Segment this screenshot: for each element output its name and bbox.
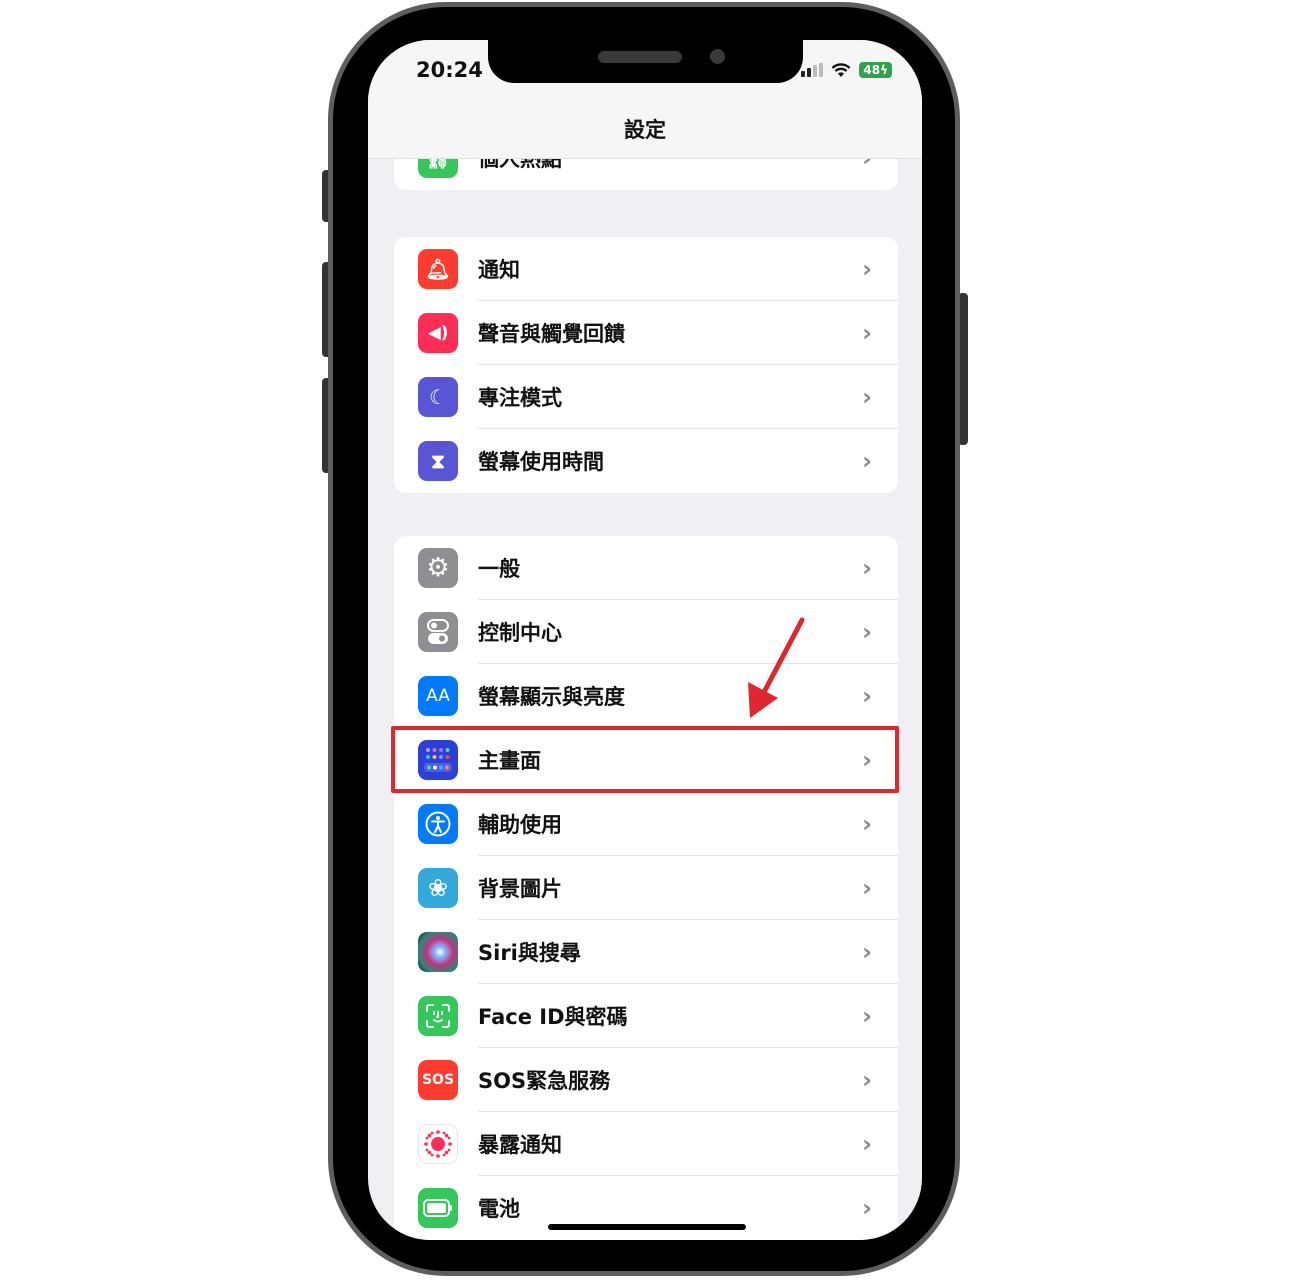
settings-row-face-id[interactable]: Face ID與密碼 ›: [394, 984, 898, 1048]
row-label: 暴露通知: [478, 1133, 562, 1157]
battery-indicator: 48ϟ: [859, 62, 892, 78]
accessibility-icon: [418, 804, 458, 844]
speaker-grille: [598, 51, 682, 63]
chevron-right-icon: ›: [862, 383, 872, 411]
settings-row-emergency-sos[interactable]: SOS SOS緊急服務 ›: [394, 1048, 898, 1112]
row-label: SOS緊急服務: [478, 1069, 611, 1093]
row-label: 輔助使用: [478, 813, 562, 837]
gear-icon: ⚙: [418, 548, 458, 588]
row-label: 螢幕顯示與亮度: [478, 685, 625, 709]
settings-row-focus[interactable]: ☾ 專注模式 ›: [394, 365, 898, 429]
settings-row-exposure-notifications[interactable]: 暴露通知 ›: [394, 1112, 898, 1176]
chevron-right-icon: ›: [862, 682, 872, 710]
row-label: 專注模式: [478, 386, 562, 410]
settings-row-control-center[interactable]: 控制中心 ›: [394, 600, 898, 664]
home-indicator[interactable]: [548, 1224, 746, 1230]
row-label: 背景圖片: [478, 877, 562, 901]
settings-row-screen-time[interactable]: ⧗ 螢幕使用時間 ›: [394, 429, 898, 493]
status-bar: 20:24 48ϟ 設定: [368, 40, 922, 159]
chevron-right-icon: ›: [862, 1130, 872, 1158]
text-size-icon: AA: [418, 676, 458, 716]
chevron-right-icon: ›: [862, 1002, 872, 1030]
settings-row-siri-search[interactable]: Siri與搜尋 ›: [394, 920, 898, 984]
notch: [488, 40, 803, 83]
settings-row-general[interactable]: ⚙ 一般 ›: [394, 536, 898, 600]
chevron-right-icon: ›: [862, 554, 872, 582]
row-label: 電池: [478, 1197, 520, 1221]
settings-row-display-brightness[interactable]: AA 螢幕顯示與亮度 ›: [394, 664, 898, 728]
chevron-right-icon: ›: [862, 874, 872, 902]
toggles-icon: [418, 612, 458, 652]
settings-screen: 20:24 48ϟ 設定 ⛓ 個人熱點 ›: [368, 40, 922, 1240]
page-title: 設定: [624, 118, 666, 142]
settings-row-notifications[interactable]: 🔔︎ 通知 ›: [394, 237, 898, 301]
front-camera: [710, 49, 725, 64]
settings-group-general: ⚙ 一般 › 控制中心 › AA 螢幕顯示與亮度 › 主畫面 › 輔助使用 › …: [394, 536, 898, 1240]
chevron-right-icon: ›: [862, 1066, 872, 1094]
wallpaper-flower-icon: ❀: [418, 868, 458, 908]
annotation-arrow-icon: [748, 617, 805, 718]
chevron-right-icon: ›: [862, 319, 872, 347]
row-label: 螢幕使用時間: [478, 450, 604, 474]
hourglass-icon: ⧗: [418, 441, 458, 481]
chevron-right-icon: ›: [862, 255, 872, 283]
chevron-right-icon: ›: [862, 810, 872, 838]
row-label: 聲音與觸覺回饋: [478, 322, 625, 346]
cellular-signal-icon: [801, 63, 824, 77]
face-id-icon: [418, 996, 458, 1036]
row-label: 通知: [478, 258, 520, 282]
highlight-box-home-screen: [391, 726, 899, 793]
row-label: Siri與搜尋: [478, 941, 581, 965]
exposure-notification-icon: [418, 1124, 458, 1164]
wifi-icon: [832, 62, 851, 77]
battery-level: 48: [863, 63, 881, 77]
siri-icon: [418, 932, 458, 972]
status-time: 20:24: [416, 58, 483, 82]
settings-row-sounds[interactable]: ◀︎) 聲音與觸覺回饋 ›: [394, 301, 898, 365]
settings-row-wallpaper[interactable]: ❀ 背景圖片 ›: [394, 856, 898, 920]
chevron-right-icon: ›: [862, 938, 872, 966]
chevron-right-icon: ›: [862, 618, 872, 646]
row-label: Face ID與密碼: [478, 1005, 628, 1029]
chevron-right-icon: ›: [862, 1194, 872, 1222]
row-label: 一般: [478, 557, 520, 581]
moon-icon: ☾: [418, 377, 458, 417]
speaker-icon: ◀︎): [418, 313, 458, 353]
bolt-icon: ϟ: [880, 63, 888, 77]
sos-icon: SOS: [418, 1060, 458, 1100]
row-label: 控制中心: [478, 621, 562, 645]
chevron-right-icon: ›: [862, 447, 872, 475]
settings-group-notifications: 🔔︎ 通知 › ◀︎) 聲音與觸覺回饋 › ☾ 專注模式 › ⧗ 螢幕使用時間 …: [394, 237, 898, 493]
battery-icon: [418, 1188, 458, 1228]
bell-icon: 🔔︎: [418, 249, 458, 289]
settings-row-accessibility[interactable]: 輔助使用 ›: [394, 792, 898, 856]
settings-row-battery[interactable]: 電池 ›: [394, 1176, 898, 1240]
